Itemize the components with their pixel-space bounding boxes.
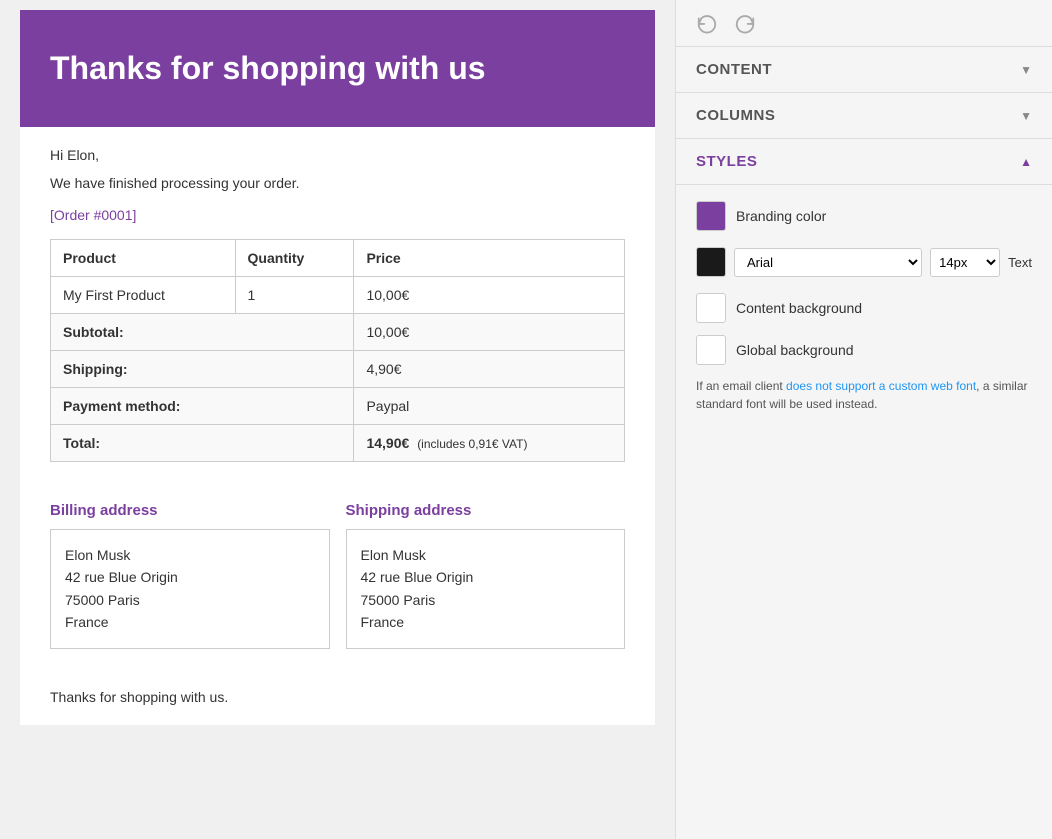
shipping-title: Shipping address — [346, 502, 626, 519]
settings-panel: CONTENT ▼ COLUMNS ▼ STYLES ▲ Branding co… — [675, 0, 1052, 839]
billing-street: 42 rue Blue Origin — [65, 566, 315, 588]
content-chevron-down-icon: ▼ — [1020, 63, 1032, 77]
product-name: My First Product — [51, 277, 236, 314]
table-row: My First Product 1 10,00€ — [51, 277, 625, 314]
content-section-header[interactable]: CONTENT ▼ — [676, 47, 1052, 93]
order-link[interactable]: [Order #0001] — [50, 207, 625, 223]
billing-name: Elon Musk — [65, 544, 315, 566]
font-note-before: If an email client — [696, 379, 786, 393]
shipping-label: Shipping: — [51, 351, 354, 388]
total-value: 14,90€ (includes 0,91€ VAT) — [354, 425, 625, 462]
global-bg-row: Global background — [696, 335, 1032, 365]
product-quantity: 1 — [235, 277, 354, 314]
email-message: We have finished processing your order. — [50, 175, 625, 191]
table-header-row: Product Quantity Price — [51, 240, 625, 277]
total-label: Total: — [51, 425, 354, 462]
styles-chevron-up-icon: ▲ — [1020, 155, 1032, 169]
email-title: Thanks for shopping with us — [50, 50, 625, 87]
shipping-block: Shipping address Elon Musk 42 rue Blue O… — [346, 502, 626, 649]
content-bg-row: Content background — [696, 293, 1032, 323]
billing-postal: 75000 Paris — [65, 589, 315, 611]
email-greeting: Hi Elon, — [50, 147, 625, 163]
order-table: Product Quantity Price My First Product … — [50, 239, 625, 462]
columns-chevron-down-icon: ▼ — [1020, 109, 1032, 123]
billing-country: France — [65, 611, 315, 633]
redo-button[interactable] — [730, 8, 760, 38]
shipping-name: Elon Musk — [361, 544, 611, 566]
styles-content: Branding color Arial Helvetica Georgia V… — [676, 185, 1052, 839]
undo-button[interactable] — [692, 8, 722, 38]
payment-label: Payment method: — [51, 388, 354, 425]
shipping-address: Elon Musk 42 rue Blue Origin 75000 Paris… — [346, 529, 626, 649]
font-row: Arial Helvetica Georgia Verdana Times Ne… — [696, 247, 1032, 277]
shipping-street: 42 rue Blue Origin — [361, 566, 611, 588]
font-note: If an email client does not support a cu… — [696, 377, 1032, 413]
shipping-value: 4,90€ — [354, 351, 625, 388]
branding-color-swatch[interactable] — [696, 201, 726, 231]
addresses-wrapper: Billing address Elon Musk 42 rue Blue Or… — [50, 502, 625, 649]
subtotal-value: 10,00€ — [354, 314, 625, 351]
shipping-postal: 75000 Paris — [361, 589, 611, 611]
subtotal-label: Subtotal: — [51, 314, 354, 351]
font-family-select[interactable]: Arial Helvetica Georgia Verdana Times Ne… — [734, 248, 922, 277]
email-preview: Thanks for shopping with us Hi Elon, We … — [0, 0, 675, 839]
shipping-country: France — [361, 611, 611, 633]
total-vat: (includes 0,91€ VAT) — [417, 437, 527, 451]
email-body: Hi Elon, We have finished processing you… — [20, 127, 655, 502]
content-label: CONTENT — [696, 61, 772, 78]
email-footer: Thanks for shopping with us. — [20, 679, 655, 725]
billing-address: Elon Musk 42 rue Blue Origin 75000 Paris… — [50, 529, 330, 649]
col-price: Price — [354, 240, 625, 277]
columns-label: COLUMNS — [696, 107, 775, 124]
font-note-link[interactable]: does not support a custom web font — [786, 379, 976, 393]
payment-value: Paypal — [354, 388, 625, 425]
font-text-label: Text — [1008, 255, 1032, 270]
total-amount: 14,90€ — [366, 435, 409, 451]
font-size-select[interactable]: 10px 12px 14px 16px 18px 20px — [930, 248, 1000, 277]
content-bg-label: Content background — [736, 300, 862, 316]
global-bg-label: Global background — [736, 342, 854, 358]
toolbar — [676, 0, 1052, 47]
email-header: Thanks for shopping with us — [20, 10, 655, 127]
product-price: 10,00€ — [354, 277, 625, 314]
columns-section-header[interactable]: COLUMNS ▼ — [676, 93, 1052, 139]
addresses-section: Billing address Elon Musk 42 rue Blue Or… — [20, 502, 655, 679]
font-color-swatch[interactable] — [696, 247, 726, 277]
subtotal-row: Subtotal: 10,00€ — [51, 314, 625, 351]
branding-color-row: Branding color — [696, 201, 1032, 231]
billing-title: Billing address — [50, 502, 330, 519]
total-row: Total: 14,90€ (includes 0,91€ VAT) — [51, 425, 625, 462]
col-quantity: Quantity — [235, 240, 354, 277]
styles-label: STYLES — [696, 153, 757, 170]
content-bg-swatch[interactable] — [696, 293, 726, 323]
styles-section-header[interactable]: STYLES ▲ — [676, 139, 1052, 185]
col-product: Product — [51, 240, 236, 277]
branding-color-label: Branding color — [736, 208, 826, 224]
payment-row: Payment method: Paypal — [51, 388, 625, 425]
global-bg-swatch[interactable] — [696, 335, 726, 365]
billing-block: Billing address Elon Musk 42 rue Blue Or… — [50, 502, 330, 649]
shipping-row: Shipping: 4,90€ — [51, 351, 625, 388]
